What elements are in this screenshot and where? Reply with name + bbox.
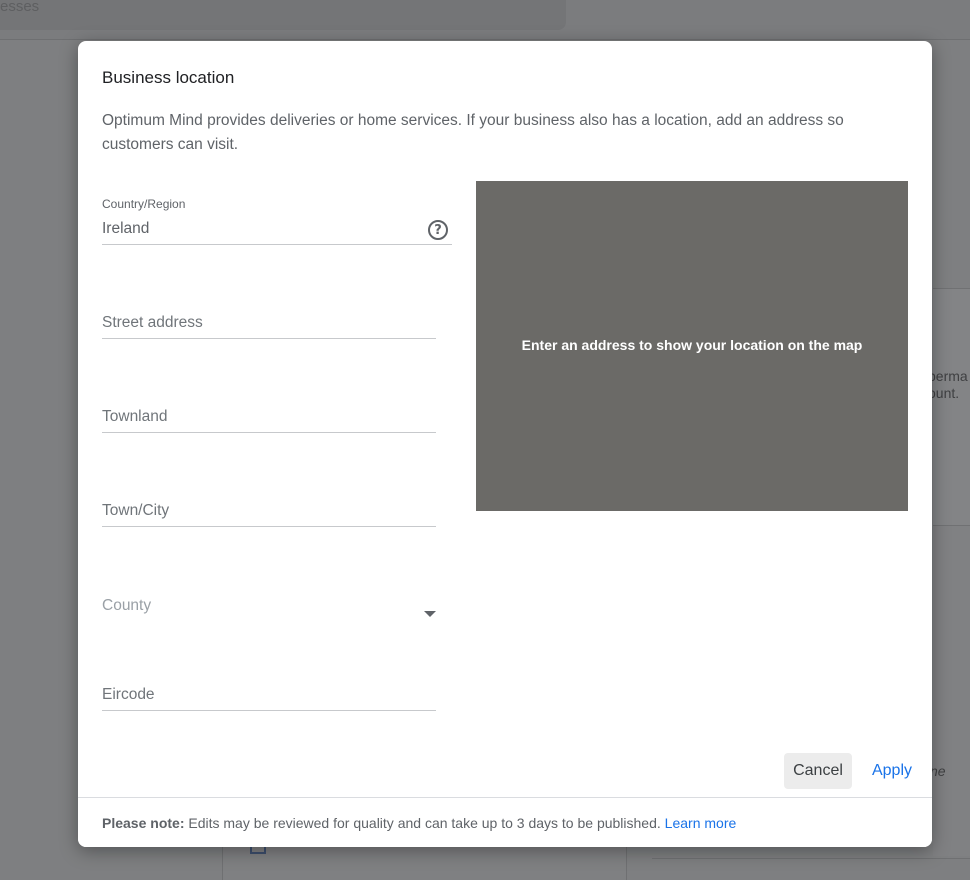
learn-more-link[interactable]: Learn more	[665, 815, 737, 831]
background-search-text: esses	[0, 0, 40, 15]
background-bottom-panel	[222, 846, 627, 880]
street-address-placeholder: Street address	[102, 314, 203, 331]
county-select[interactable]: County	[102, 591, 436, 621]
footer-note: Please note: Edits may be reviewed for q…	[102, 815, 736, 831]
country-field[interactable]: Ireland ?	[102, 217, 452, 245]
background-search-bar: esses	[0, 0, 566, 30]
chevron-down-icon	[424, 611, 436, 617]
background-right-text-line2: ount.	[928, 385, 960, 401]
footer-note-text: Edits may be reviewed for quality and ca…	[184, 815, 665, 831]
background-edit-icon	[250, 846, 266, 854]
cancel-button[interactable]: Cancel	[784, 753, 852, 789]
eircode-field[interactable]: Eircode	[102, 683, 436, 711]
dialog-description: Optimum Mind provides deliveries or home…	[102, 112, 844, 153]
background-right-text: perma ount.	[928, 368, 970, 402]
townland-placeholder: Townland	[102, 408, 168, 425]
footer-note-label: Please note:	[102, 815, 185, 831]
townland-field[interactable]: Townland	[102, 405, 436, 433]
location-map[interactable]: Enter an address to show your location o…	[476, 181, 908, 511]
dialog-title: Business location	[102, 68, 235, 87]
street-address-field[interactable]: Street address	[102, 311, 436, 339]
country-value: Ireland	[102, 220, 150, 237]
background-right-panel-lower	[933, 526, 970, 856]
dialog-footer: Please note: Edits may be reviewed for q…	[78, 797, 932, 847]
county-placeholder: County	[102, 597, 152, 614]
country-label: Country/Region	[102, 197, 186, 211]
business-location-dialog: Business location Optimum Mind provides …	[78, 41, 932, 847]
background-right-panel	[933, 288, 970, 526]
map-hint: Enter an address to show your location o…	[521, 337, 863, 353]
apply-button[interactable]: Apply	[860, 753, 924, 789]
background-right-text-line1: perma	[928, 368, 968, 384]
town-city-placeholder: Town/City	[102, 502, 170, 519]
town-city-field[interactable]: Town/City	[102, 499, 436, 527]
background-right-italic-text: ne	[930, 763, 946, 779]
background-divider	[652, 858, 970, 859]
eircode-placeholder: Eircode	[102, 686, 155, 703]
help-icon[interactable]: ?	[428, 220, 448, 240]
